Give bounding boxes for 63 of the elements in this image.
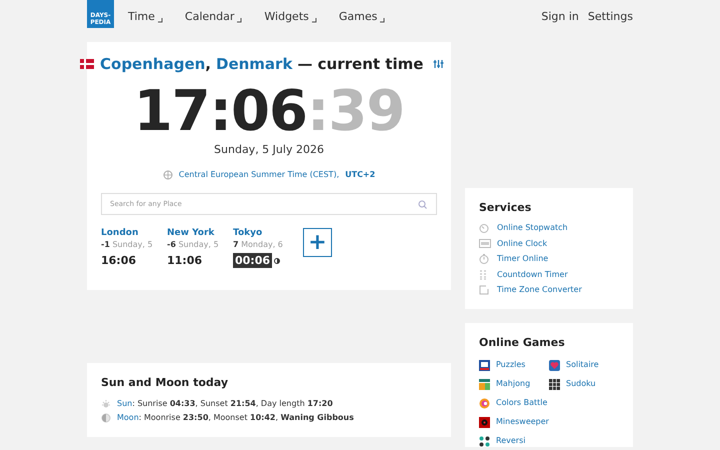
city-link[interactable]: Copenhagen bbox=[100, 53, 206, 76]
game-link[interactable]: Sudoku bbox=[566, 378, 596, 390]
city-offset: -1 Sunday, 5 bbox=[101, 239, 154, 251]
sudoku-icon bbox=[549, 378, 560, 390]
sliders-icon bbox=[433, 59, 444, 70]
city-time: 00:06 bbox=[233, 253, 272, 268]
city-link[interactable]: London bbox=[101, 227, 157, 239]
service-link[interactable]: Timer Online bbox=[497, 253, 548, 266]
game-link[interactable]: Colors Battle bbox=[496, 397, 548, 409]
corner-icon bbox=[312, 18, 317, 22]
nav-menu[interactable]: Calendar bbox=[184, 9, 242, 26]
nav-menu[interactable]: Time bbox=[128, 9, 163, 26]
timer-icon bbox=[479, 254, 489, 264]
game-link[interactable]: Solitaire bbox=[566, 359, 599, 371]
section-title: Sun and Moon today bbox=[101, 375, 230, 391]
game-link[interactable]: Puzzles bbox=[496, 359, 526, 371]
sun-link[interactable]: Sun bbox=[117, 398, 132, 408]
city-offset: 7 Monday, 6 bbox=[233, 239, 284, 251]
stopwatch-icon bbox=[479, 223, 489, 234]
nav-menu[interactable]: Games bbox=[338, 9, 386, 26]
solitaire-icon bbox=[549, 360, 560, 370]
city-time: 11:06 bbox=[167, 253, 202, 268]
section-title: Online Games bbox=[479, 335, 566, 351]
sun-icon bbox=[101, 398, 111, 408]
clock-icon bbox=[479, 239, 491, 248]
offset-link[interactable]: UTC+2 bbox=[345, 169, 376, 181]
globe-icon bbox=[162, 170, 173, 180]
service-link[interactable]: Time Zone Converter bbox=[497, 284, 582, 296]
moon-icon bbox=[274, 258, 280, 264]
timezone-link[interactable]: Central European Summer Time (CEST) bbox=[178, 170, 337, 179]
clock-seconds: :39 bbox=[306, 78, 404, 144]
country-link[interactable]: Denmark bbox=[216, 53, 292, 76]
corner-icon bbox=[237, 18, 242, 22]
date-text: Sunday, 5 July 2026 bbox=[213, 142, 325, 158]
service-link[interactable]: Online Clock bbox=[497, 238, 548, 250]
info-text: : Sunrise 04:33, Sunset 21:54, Day length 17:20 bbox=[132, 398, 333, 408]
puzzles-icon bbox=[479, 360, 490, 370]
city-time: 16:06 bbox=[101, 253, 136, 268]
settings-link[interactable]: Settings bbox=[588, 9, 633, 26]
mahjong-icon bbox=[479, 378, 490, 390]
corner-icon bbox=[380, 18, 386, 22]
game-link[interactable]: Reversi bbox=[496, 435, 526, 447]
game-link[interactable]: Minesweeper bbox=[496, 416, 549, 428]
comma-text: , bbox=[205, 54, 211, 75]
service-link[interactable]: Online Stopwatch bbox=[497, 222, 568, 234]
sign-in-link[interactable]: Sign in bbox=[541, 9, 579, 26]
add-city-button[interactable]: + bbox=[303, 228, 332, 257]
moon-icon bbox=[101, 412, 111, 422]
city-link[interactable]: Tokyo bbox=[233, 227, 289, 239]
city-link[interactable]: New York bbox=[167, 227, 223, 239]
corner-icon bbox=[158, 18, 163, 22]
service-link[interactable]: Countdown Timer bbox=[497, 268, 568, 281]
game-link[interactable]: Mahjong bbox=[496, 378, 530, 390]
search-icon bbox=[418, 200, 427, 209]
clock-time: 17:06 bbox=[134, 78, 307, 144]
section-title: Services bbox=[479, 200, 532, 216]
city-offset: -6 Sunday, 5 bbox=[167, 239, 220, 251]
moon-link[interactable]: Moon bbox=[117, 412, 139, 422]
comma-text: , bbox=[336, 170, 340, 179]
info-text: : Moonrise 23:50, Moonset 10:42, Waning Gibbous bbox=[138, 412, 354, 422]
nav-menu[interactable]: Widgets bbox=[264, 9, 317, 26]
title-text: — current time bbox=[297, 54, 424, 75]
reversi-icon bbox=[479, 436, 490, 446]
